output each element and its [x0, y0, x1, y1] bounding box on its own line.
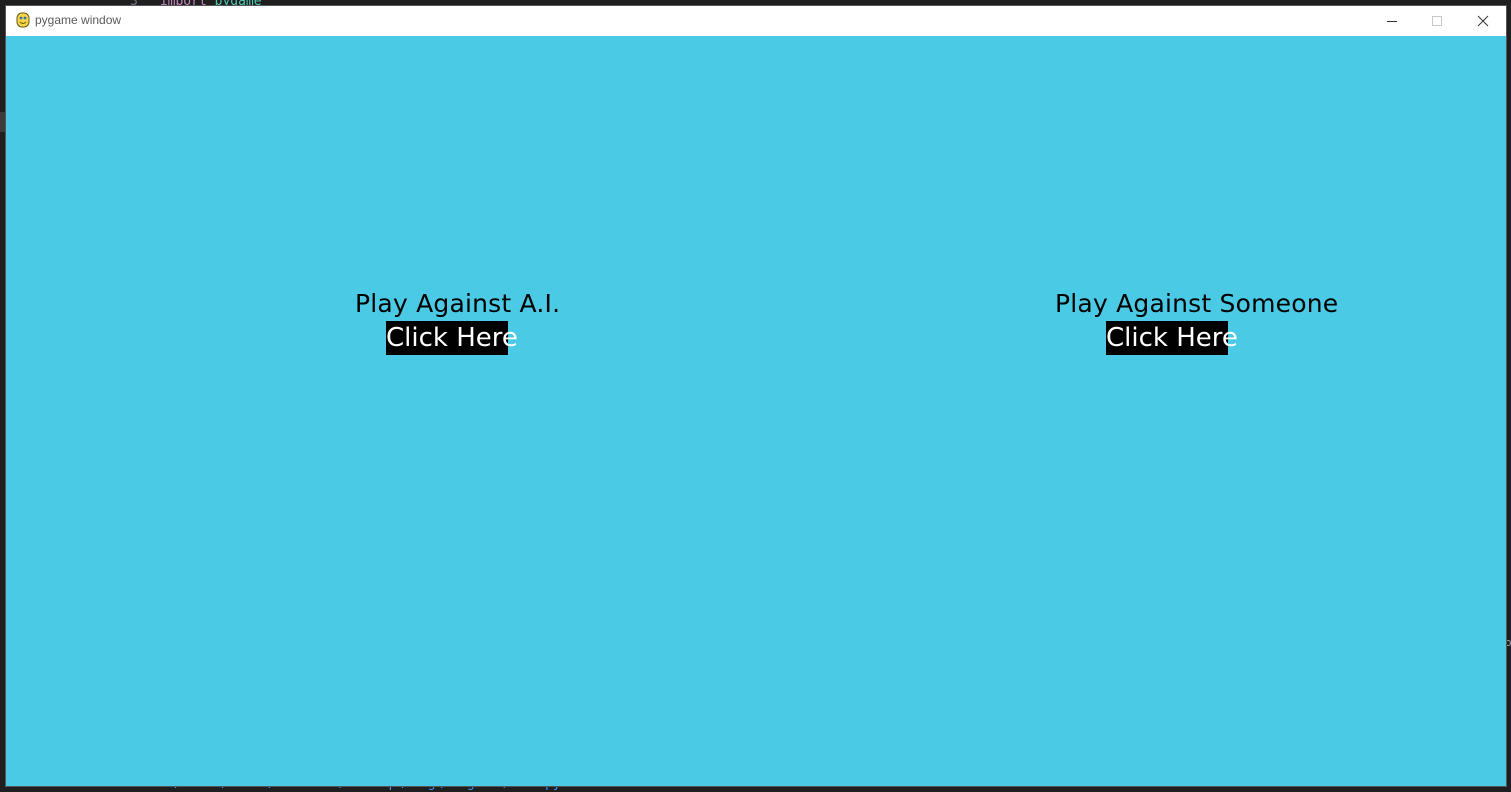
play-against-ai-heading: Play Against A.I. — [355, 289, 561, 318]
close-button[interactable] — [1460, 6, 1506, 36]
game-canvas: Play Against A.I. Click Here Play Agains… — [6, 36, 1506, 786]
minimize-icon — [1387, 21, 1397, 22]
window-title: pygame window — [35, 13, 122, 27]
pygame-window: pygame window Play Against A.I. Click He… — [6, 6, 1506, 786]
minimize-button[interactable] — [1369, 6, 1415, 36]
maximize-icon — [1432, 16, 1442, 26]
pygame-snake-icon — [16, 12, 30, 28]
maximize-button[interactable] — [1414, 6, 1460, 36]
window-titlebar[interactable]: pygame window — [6, 6, 1506, 36]
play-against-someone-button[interactable]: Click Here — [1106, 321, 1238, 355]
play-against-ai-button[interactable]: Click Here — [386, 321, 518, 355]
play-against-someone-heading: Play Against Someone — [1055, 289, 1339, 318]
close-icon — [1477, 15, 1489, 27]
